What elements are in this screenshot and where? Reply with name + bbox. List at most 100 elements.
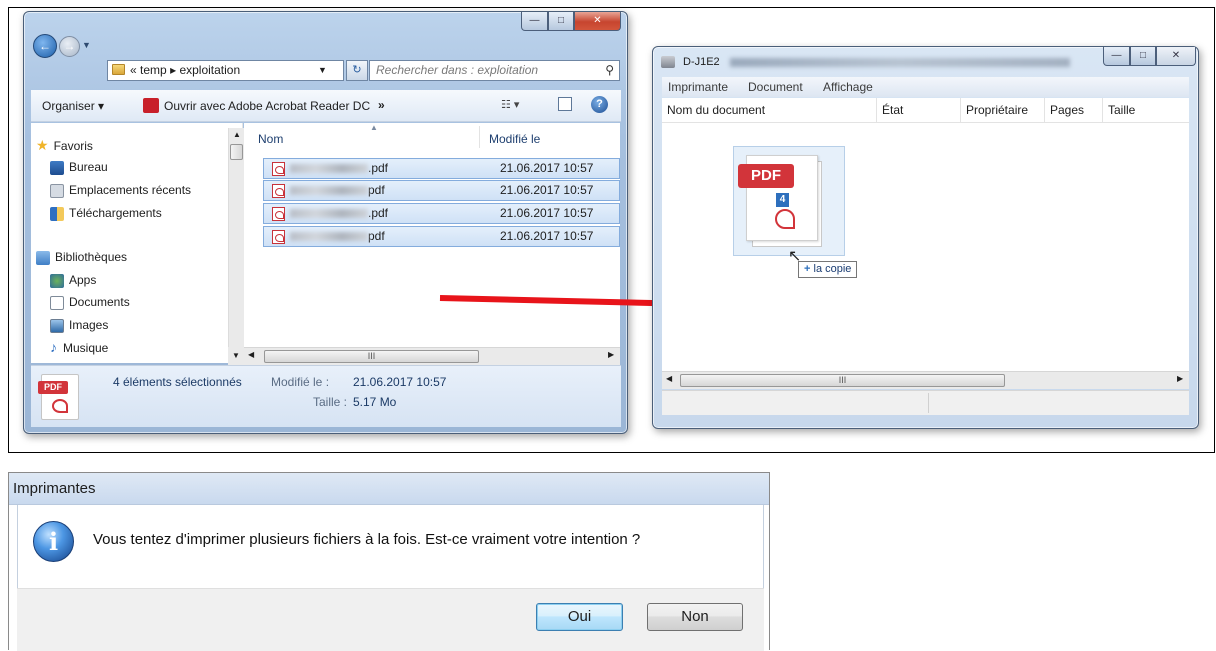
printer-minimize-button[interactable]: — <box>1103 47 1130 66</box>
drag-count-badge: 4 <box>776 193 789 207</box>
images-icon <box>50 318 64 333</box>
preview-pane-icon[interactable] <box>558 97 572 111</box>
column-status[interactable]: État <box>877 98 961 122</box>
recent-places-icon <box>50 183 64 198</box>
blurred-printer-name <box>730 58 1070 67</box>
dialog-footer: Oui Non <box>17 588 764 651</box>
search-icon[interactable]: ⚲ <box>605 61 614 80</box>
nav-libraries[interactable]: Bibliothèques <box>36 247 127 267</box>
column-pages[interactable]: Pages <box>1045 98 1103 122</box>
column-size[interactable]: Taille <box>1103 98 1189 122</box>
column-document-name[interactable]: Nom du document <box>662 98 877 122</box>
plus-icon: + <box>804 263 811 275</box>
file-row[interactable]: .pdf 21.06.2017 10:57 <box>263 158 620 179</box>
blurred-filename <box>290 209 368 219</box>
column-header-modified[interactable]: Modifié le <box>489 132 540 146</box>
dialog-title: Imprimantes <box>9 473 769 505</box>
breadcrumb-overflow[interactable]: « <box>130 63 137 77</box>
file-row[interactable]: pdf 21.06.2017 10:57 <box>263 226 620 247</box>
blurred-filename <box>290 164 368 174</box>
scroll-right-icon[interactable]: ▶ <box>608 350 614 359</box>
blurred-filename <box>290 186 368 196</box>
file-row[interactable]: .pdf 21.06.2017 10:57 <box>263 203 620 224</box>
breadcrumb-separator-icon: ▸ <box>170 63 177 77</box>
queue-scroll-left-icon[interactable]: ◀ <box>666 374 672 383</box>
modified-value: 21.06.2017 10:57 <box>353 375 447 389</box>
selection-count: 4 éléments sélectionnés <box>113 375 242 389</box>
blurred-filename <box>290 232 368 242</box>
navigation-pane: ★ Favoris Bureau Emplacements récents Tél… <box>31 123 243 363</box>
pdf-large-icon: PDF <box>38 374 79 420</box>
file-row[interactable]: pdf 21.06.2017 10:57 <box>263 180 620 201</box>
file-modified-date: 21.06.2017 10:57 <box>500 206 594 220</box>
drag-acrobat-icon <box>775 209 795 229</box>
refresh-icon[interactable]: ↻ <box>346 60 368 81</box>
close-button[interactable]: ✕ <box>574 12 621 31</box>
nav-bureau[interactable]: Bureau <box>50 157 108 177</box>
help-icon[interactable]: ? <box>591 96 608 113</box>
queue-scroll-right-icon[interactable]: ▶ <box>1177 374 1183 383</box>
printer-close-button[interactable]: ✕ <box>1156 47 1196 66</box>
pdf-file-icon <box>272 161 285 176</box>
scroll-left-icon[interactable]: ◀ <box>248 350 254 359</box>
acrobat-swirl-icon <box>52 399 68 413</box>
status-divider <box>928 393 929 413</box>
nav-documents[interactable]: Documents <box>50 292 130 312</box>
confirm-dialog: Imprimantes i Vous tentez d'imprimer plu… <box>8 472 770 651</box>
nav-scrollbar[interactable]: ▲ <box>228 128 244 356</box>
command-toolbar: Organiser ▾ Ouvrir avec Adobe Acrobat Re… <box>31 90 621 122</box>
view-options-icon[interactable]: ☷ ▾ <box>501 98 519 111</box>
menu-document[interactable]: Document <box>748 80 803 94</box>
scroll-down-icon[interactable]: ▼ <box>228 347 244 365</box>
forward-button[interactable]: → <box>59 36 80 57</box>
breadcrumb-temp[interactable]: temp <box>140 63 167 77</box>
nav-images[interactable]: Images <box>50 315 108 335</box>
queue-h-scrollbar[interactable]: ◀ III ▶ <box>662 371 1189 389</box>
nav-scroll-thumb[interactable] <box>230 144 243 160</box>
search-input[interactable]: Rechercher dans : exploitation ⚲ <box>369 60 620 81</box>
file-modified-date: 21.06.2017 10:57 <box>500 183 594 197</box>
breadcrumb-exploitation[interactable]: exploitation <box>179 63 240 77</box>
minimize-button[interactable]: — <box>521 12 548 31</box>
printer-maximize-button[interactable]: □ <box>1130 47 1156 66</box>
file-list-scroll-thumb[interactable]: III <box>264 350 479 363</box>
nav-recent-places[interactable]: Emplacements récents <box>50 180 191 200</box>
documents-icon <box>50 295 64 310</box>
column-divider <box>479 126 480 148</box>
file-modified-date: 21.06.2017 10:57 <box>500 161 594 175</box>
open-with-acrobat-button[interactable]: Ouvrir avec Adobe Acrobat Reader DC <box>164 99 370 113</box>
scroll-up-icon[interactable]: ▲ <box>233 130 241 139</box>
address-bar[interactable]: « temp ▸ exploitation ▼ <box>107 60 344 81</box>
column-owner[interactable]: Propriétaire <box>961 98 1045 122</box>
history-dropdown-icon[interactable]: ▼ <box>82 40 91 50</box>
size-label: Taille : <box>313 395 348 409</box>
pdf-badge: PDF <box>38 381 68 394</box>
back-button[interactable]: ← <box>33 34 57 58</box>
no-button[interactable]: Non <box>647 603 743 631</box>
printer-statusbar <box>662 390 1189 415</box>
toolbar-more-button[interactable]: » <box>378 98 385 112</box>
printer-menubar: Imprimante Document Affichage <box>662 77 1189 97</box>
folder-icon <box>112 64 125 75</box>
nav-apps[interactable]: Apps <box>50 270 96 290</box>
file-list-h-scrollbar[interactable]: ◀ III ▶ <box>244 347 620 365</box>
printer-window-title: D-J1E2 <box>683 56 720 68</box>
music-icon: ♪ <box>50 339 57 355</box>
maximize-button[interactable]: □ <box>548 12 574 31</box>
nav-music[interactable]: ♪ Musique <box>50 337 108 357</box>
yes-button[interactable]: Oui <box>536 603 623 631</box>
organize-button[interactable]: Organiser ▾ <box>42 99 104 113</box>
search-placeholder: Rechercher dans : exploitation <box>376 63 539 77</box>
drag-pdf-badge: PDF <box>738 164 794 188</box>
nav-favorites[interactable]: ★ Favoris <box>36 135 93 155</box>
pdf-file-icon <box>272 206 285 221</box>
modified-label: Modifié le : <box>271 375 330 389</box>
address-dropdown-icon[interactable]: ▼ <box>318 61 327 80</box>
menu-imprimante[interactable]: Imprimante <box>668 80 728 94</box>
downloads-icon <box>50 206 64 221</box>
queue-scroll-thumb[interactable]: III <box>680 374 1005 387</box>
details-pane: PDF 4 éléments sélectionnés Modifié le :… <box>31 365 621 427</box>
nav-downloads[interactable]: Téléchargements <box>50 203 162 223</box>
menu-affichage[interactable]: Affichage <box>823 80 873 94</box>
column-header-name[interactable]: Nom <box>258 132 283 146</box>
